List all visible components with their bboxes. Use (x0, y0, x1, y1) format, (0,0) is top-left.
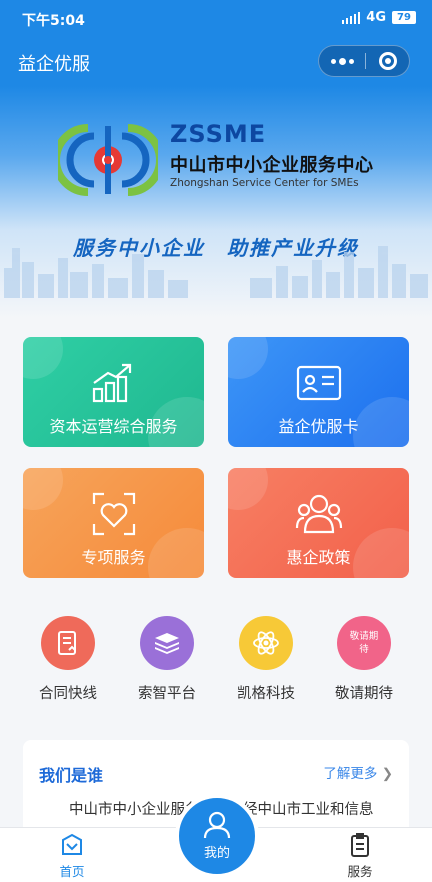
page-title: 益企优服 (18, 54, 90, 75)
card-label: 惠企政策 (286, 548, 351, 567)
people-icon (295, 494, 342, 534)
quick-item-contract[interactable]: 合同快线 (23, 616, 113, 703)
tab-mine[interactable]: 我的 (175, 794, 259, 878)
status-indicators: 4G 79 (342, 10, 416, 25)
special-service-card[interactable]: 专项服务 (23, 468, 204, 578)
policy-card[interactable]: 惠企政策 (228, 468, 409, 578)
tab-label: 首页 (59, 864, 85, 879)
status-time: 下午5:04 (22, 13, 85, 29)
network-type: 4G (366, 10, 386, 25)
center-logo: ZSSME 中山市中小企业服务中心 Zhongshan Service Cent… (58, 120, 378, 200)
service-card-card[interactable]: 益企优服卡 (228, 337, 409, 447)
nav-bar: 益企优服 (0, 36, 432, 86)
logo-english: ZSSME (170, 120, 267, 148)
status-bar: 下午5:04 4G 79 (0, 0, 432, 36)
clipboard-icon (351, 833, 369, 857)
logo-subtitle: Zhongshan Service Center for SMEs (170, 177, 359, 189)
tab-home[interactable]: 首页 (32, 832, 112, 880)
coming-soon-icon: 敬请期待 (349, 631, 379, 655)
stack-icon (155, 633, 179, 654)
id-card-icon (296, 365, 341, 401)
signal-icon (342, 11, 361, 24)
heart-scan-icon (92, 492, 135, 536)
quick-item-label: 索智平台 (138, 686, 196, 702)
learn-more-label: 了解更多 (323, 766, 378, 782)
tab-label: 我的 (203, 846, 230, 861)
battery-icon: 79 (392, 11, 416, 24)
zssme-logo-icon (58, 124, 158, 196)
quick-item-label: 敬请期待 (335, 686, 393, 702)
card-label: 资本运营综合服务 (49, 417, 178, 436)
quick-item-label: 合同快线 (39, 686, 97, 702)
miniprogram-capsule (318, 45, 410, 77)
logo-chinese: 中山市中小企业服务中心 (170, 155, 374, 176)
about-title: 我们是谁 (39, 766, 104, 785)
user-icon (203, 811, 231, 839)
growth-chart-icon (92, 363, 131, 403)
quick-item-platform[interactable]: 索智平台 (122, 616, 212, 703)
atom-icon (253, 631, 279, 655)
capital-service-card[interactable]: 资本运营综合服务 (23, 337, 204, 447)
more-menu-icon[interactable] (319, 46, 365, 76)
quick-item-tech[interactable]: 凯格科技 (221, 616, 311, 703)
quick-access-row: 合同快线 索智平台 凯格科技 敬请期待 敬请期待 (0, 616, 432, 706)
chevron-right-icon: ❯ (381, 766, 393, 782)
hero-banner: ZSSME 中山市中小企业服务中心 Zhongshan Service Cent… (0, 86, 432, 318)
learn-more-link[interactable]: 了解更多 ❯ (323, 762, 393, 782)
card-label: 专项服务 (81, 548, 146, 567)
tab-service[interactable]: 服务 (320, 832, 400, 880)
city-skyline-image (4, 246, 428, 298)
tab-label: 服务 (347, 864, 373, 879)
close-miniprogram-icon[interactable] (379, 52, 397, 70)
quick-item-coming-soon[interactable]: 敬请期待 敬请期待 (319, 616, 409, 703)
contract-icon (58, 631, 76, 655)
card-label: 益企优服卡 (278, 417, 359, 436)
home-icon (62, 833, 82, 855)
quick-item-label: 凯格科技 (237, 686, 295, 702)
